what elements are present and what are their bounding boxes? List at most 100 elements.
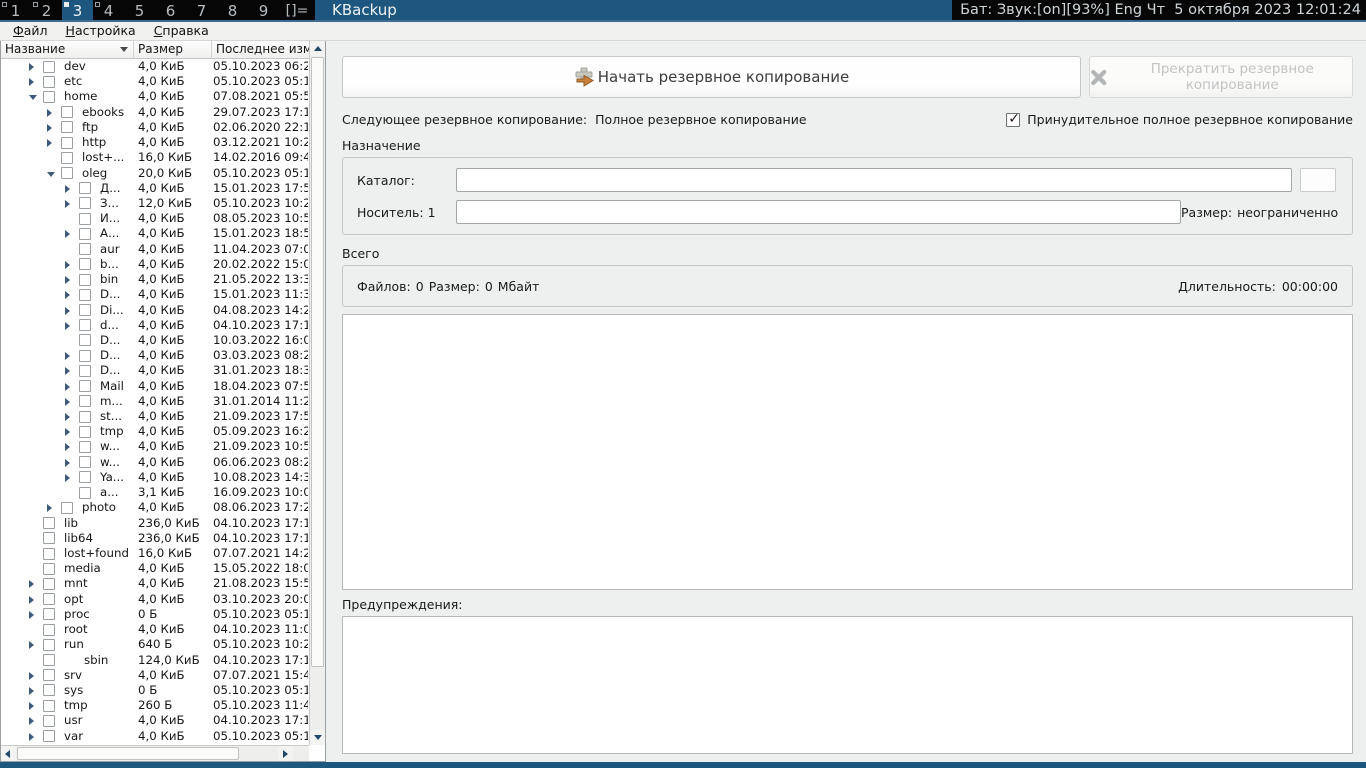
tree-checkbox[interactable] (79, 426, 91, 438)
scroll-right-button[interactable] (278, 746, 293, 761)
menu-item[interactable]: Настройка (57, 22, 145, 40)
tree-checkbox[interactable] (79, 243, 91, 255)
tree-checkbox[interactable] (79, 365, 91, 377)
tree-checkbox[interactable] (61, 121, 73, 133)
tree-checkbox[interactable] (43, 700, 55, 712)
tree-row[interactable]: Ya...4,0 КиБ10.08.2023 14:3 (1, 470, 309, 485)
tree-row[interactable]: m...4,0 КиБ31.01.2014 11:2 (1, 394, 309, 409)
expand-icon[interactable] (29, 611, 34, 619)
expand-icon[interactable] (29, 687, 34, 695)
scroll-down-button[interactable] (310, 730, 325, 745)
tree-row[interactable]: root4,0 КиБ04.10.2023 11:0 (1, 622, 309, 637)
tree-row[interactable]: D...4,0 КиБ10.03.2022 16:0 (1, 333, 309, 348)
tree-row[interactable]: dev4,0 КиБ05.10.2023 06:2 (1, 59, 309, 74)
expand-icon[interactable] (29, 63, 34, 71)
tree-row[interactable]: И...4,0 КиБ08.05.2023 10:5 (1, 211, 309, 226)
horizontal-scrollbar[interactable] (1, 745, 309, 761)
expand-icon[interactable] (47, 139, 52, 147)
expand-icon[interactable] (65, 413, 70, 421)
tree-checkbox[interactable] (61, 152, 73, 164)
media-input[interactable] (456, 200, 1181, 224)
expand-icon[interactable] (65, 185, 70, 193)
tree-checkbox[interactable] (43, 654, 55, 666)
tree-checkbox[interactable] (61, 137, 73, 149)
workspace-tag-8[interactable]: 8 (217, 0, 248, 20)
workspace-tag-4[interactable]: 4 (93, 0, 124, 20)
stop-backup-button[interactable]: Прекратить резервное копирование (1089, 56, 1353, 98)
tree-checkbox[interactable] (43, 715, 55, 727)
backup-file-list[interactable] (342, 314, 1353, 590)
expand-icon[interactable] (29, 78, 34, 86)
tree-checkbox[interactable] (61, 106, 73, 118)
tree-checkbox[interactable] (43, 517, 55, 529)
collapse-icon[interactable] (47, 172, 55, 177)
horizontal-scrollbar-thumb[interactable] (17, 747, 239, 760)
expand-icon[interactable] (65, 291, 70, 299)
expand-icon[interactable] (65, 367, 70, 375)
workspace-tag-6[interactable]: 6 (155, 0, 186, 20)
expand-icon[interactable] (29, 596, 34, 604)
tree-row[interactable]: aur4,0 КиБ11.04.2023 07:0 (1, 242, 309, 257)
menu-item[interactable]: Файл (4, 22, 57, 40)
expand-icon[interactable] (29, 672, 34, 680)
tree-checkbox[interactable] (43, 669, 55, 681)
folder-input[interactable] (456, 168, 1292, 192)
tree-checkbox[interactable] (43, 563, 55, 575)
vertical-scrollbar-thumb[interactable] (311, 57, 324, 667)
vertical-scrollbar[interactable] (309, 41, 325, 745)
tree-checkbox[interactable] (79, 197, 91, 209)
expand-icon[interactable] (65, 200, 70, 208)
tree-row[interactable]: run640 Б05.10.2023 10:2 (1, 637, 309, 652)
checkbox-checked-icon[interactable] (1006, 113, 1020, 127)
tree-row[interactable]: b...4,0 КиБ20.02.2022 15:0 (1, 257, 309, 272)
workspace-tag-3[interactable]: 3 (62, 0, 93, 20)
expand-icon[interactable] (47, 504, 52, 512)
expand-icon[interactable] (29, 717, 34, 725)
workspace-tag-2[interactable]: 2 (31, 0, 62, 20)
expand-icon[interactable] (65, 276, 70, 284)
tree-checkbox[interactable] (79, 334, 91, 346)
tree-row[interactable]: home4,0 КиБ07.08.2021 05:5 (1, 89, 309, 104)
tree-checkbox[interactable] (43, 532, 55, 544)
workspace-tag-9[interactable]: 9 (248, 0, 279, 20)
expand-icon[interactable] (65, 261, 70, 269)
tree-row[interactable]: srv4,0 КиБ07.07.2021 15:4 (1, 668, 309, 683)
tree-row[interactable]: tmp4,0 КиБ05.09.2023 16:2 (1, 424, 309, 439)
expand-icon[interactable] (29, 641, 34, 649)
tree-row[interactable]: d...4,0 КиБ04.10.2023 17:1 (1, 318, 309, 333)
tree-checkbox[interactable] (43, 76, 55, 88)
tree-row[interactable]: var4,0 КиБ05.10.2023 05:1 (1, 729, 309, 744)
tree-checkbox[interactable] (43, 593, 55, 605)
tree-row[interactable]: photo4,0 КиБ08.06.2023 17:2 (1, 500, 309, 515)
expand-icon[interactable] (65, 398, 70, 406)
tree-row[interactable]: sys0 Б05.10.2023 05:1 (1, 683, 309, 698)
tree-checkbox[interactable] (79, 274, 91, 286)
scroll-up-button[interactable] (310, 41, 325, 56)
tree-checkbox[interactable] (79, 441, 91, 453)
tree-checkbox[interactable] (79, 319, 91, 331)
tree-checkbox[interactable] (79, 350, 91, 362)
tree-row[interactable]: proc0 Б05.10.2023 05:1 (1, 607, 309, 622)
tree-row[interactable]: D...4,0 КиБ31.01.2023 18:3 (1, 363, 309, 378)
tree-row[interactable]: http4,0 КиБ03.12.2021 10:2 (1, 135, 309, 150)
tree-row[interactable]: Di...4,0 КиБ04.08.2023 14:2 (1, 303, 309, 318)
scroll-left-button[interactable] (1, 746, 16, 761)
tree-checkbox[interactable] (79, 487, 91, 499)
expand-icon[interactable] (65, 352, 70, 360)
tree-row[interactable]: opt4,0 КиБ03.10.2023 20:0 (1, 592, 309, 607)
expand-icon[interactable] (29, 580, 34, 588)
tree-row[interactable]: lost+found16,0 КиБ07.07.2021 14:2 (1, 546, 309, 561)
tree-checkbox[interactable] (79, 471, 91, 483)
tree-checkbox[interactable] (43, 684, 55, 696)
tree-checkbox[interactable] (79, 258, 91, 270)
tree-checkbox[interactable] (79, 228, 91, 240)
column-header-date[interactable]: Последнее изме (212, 41, 309, 59)
tree-row[interactable]: a...3,1 КиБ16.09.2023 10:0 (1, 485, 309, 500)
tree-checkbox[interactable] (43, 91, 55, 103)
tree-checkbox[interactable] (43, 639, 55, 651)
tree-checkbox[interactable] (43, 548, 55, 560)
tree-checkbox[interactable] (61, 502, 73, 514)
tree-row[interactable]: bin4,0 КиБ21.05.2022 13:3 (1, 272, 309, 287)
tree-checkbox[interactable] (79, 304, 91, 316)
column-header-name[interactable]: Название (1, 41, 134, 59)
